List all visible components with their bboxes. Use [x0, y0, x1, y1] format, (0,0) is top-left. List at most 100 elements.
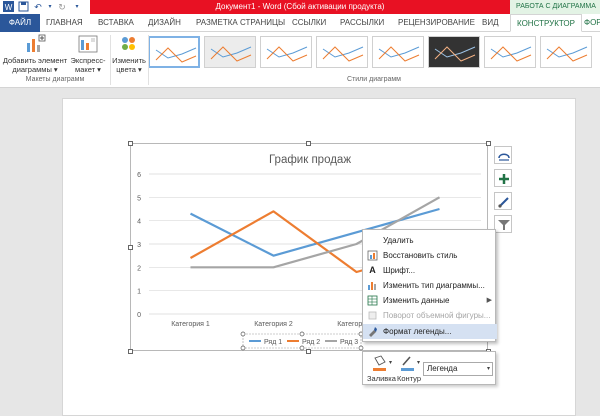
legend-handle	[299, 345, 305, 351]
chart-type-icon	[368, 282, 376, 290]
svg-text:W: W	[4, 3, 12, 12]
quick-access-toolbar: W ↶ ▾ ↻ ▾	[2, 1, 83, 13]
x-tick-label: Категория 2	[254, 321, 293, 328]
menu-item-change-chart-type[interactable]: Изменить тип диаграммы...	[363, 278, 497, 293]
x-tick-label: Категория 1	[171, 321, 210, 328]
change-colors-button[interactable]: Изменить цвета ▾	[110, 34, 148, 74]
add-chart-element-button[interactable]: Добавить элемент диаграммы ▾	[2, 34, 68, 74]
quick-layout-button[interactable]: Экспресс- макет ▾	[68, 34, 108, 74]
submenu-arrow-icon: ▶	[486, 297, 492, 304]
y-tick-label: 3	[137, 242, 141, 249]
layout-options-button[interactable]	[494, 146, 512, 164]
menu-item-3d-rotation: Поворот объемной фигуры...	[363, 308, 497, 323]
change-colors-label-1: Изменить	[112, 56, 146, 65]
add-chart-element-label-1: Добавить элемент	[2, 56, 68, 65]
menu-item-delete[interactable]: Удалить	[363, 233, 497, 248]
chart-styles-button[interactable]	[494, 192, 512, 210]
y-tick-label: 0	[137, 312, 141, 319]
layout-options-icon	[498, 153, 510, 161]
group-label-layouts: Макеты диаграмм	[25, 76, 85, 83]
group-label-styles: Стили диаграмм	[347, 76, 401, 83]
tab-review[interactable]: РЕЦЕНЗИРОВАНИЕ	[398, 14, 475, 32]
add-chart-element-icon	[27, 34, 46, 52]
tab-insert[interactable]: ВСТАВКА	[98, 14, 134, 32]
legend-label: Ряд 2	[302, 339, 320, 346]
chart-styles-gallery	[148, 34, 593, 72]
menu-item-label: Изменить тип диаграммы...	[383, 281, 485, 290]
legend-handle	[358, 345, 364, 351]
customize-qat-icon[interactable]: ▾	[71, 1, 83, 13]
brush-icon	[498, 197, 509, 208]
undo-icon[interactable]: ↶	[32, 1, 44, 13]
window-title: Документ1 - Word (Сбой активации продукт…	[90, 0, 510, 14]
chart-style-thumb-6[interactable]	[428, 36, 480, 68]
menu-item-reset-style[interactable]: Восстановить стиль	[363, 248, 497, 263]
change-colors-label-2: цвета ▾	[116, 65, 142, 74]
word-logo-icon: W	[2, 1, 14, 13]
chart-resize-handle[interactable]	[306, 349, 311, 354]
plus-icon	[499, 174, 509, 184]
legend-handle	[240, 345, 246, 351]
menu-item-font[interactable]: A Шрифт...	[363, 263, 497, 278]
quick-layout-label-2: макет ▾	[75, 65, 101, 74]
reset-style-icon	[367, 250, 378, 261]
save-icon[interactable]	[17, 1, 29, 13]
add-chart-element-label-2: диаграммы ▾	[12, 65, 58, 74]
fill-button[interactable]: ▾ Заливка	[367, 354, 396, 384]
tab-home[interactable]: ГЛАВНАЯ	[46, 14, 83, 32]
tab-view[interactable]: ВИД	[482, 14, 499, 32]
chart-filters-button[interactable]	[494, 215, 512, 233]
chart-elements-button[interactable]	[494, 169, 512, 187]
menu-item-label: Шрифт...	[383, 266, 416, 275]
y-tick-label: 4	[137, 219, 141, 226]
tab-chart-format[interactable]: ФОР	[584, 14, 600, 32]
chart-resize-handle[interactable]	[306, 141, 311, 146]
tab-mailings[interactable]: РАССЫЛКИ	[340, 14, 384, 32]
rotate-3d-icon	[368, 311, 377, 320]
fill-bucket-icon: ▾	[373, 355, 392, 371]
chart-style-thumb-8[interactable]	[540, 36, 592, 68]
y-tick-label: 6	[137, 172, 141, 179]
menu-item-label: Восстановить стиль	[383, 251, 458, 260]
svg-text:▾: ▾	[389, 360, 392, 366]
format-icon	[369, 327, 377, 337]
chart-style-thumb-1[interactable]	[148, 36, 200, 68]
chart-resize-handle[interactable]	[128, 349, 133, 354]
y-tick-label: 5	[137, 195, 141, 202]
outline-pen-icon: ▾	[401, 356, 420, 371]
chart-resize-handle[interactable]	[128, 141, 133, 146]
chart-resize-handle[interactable]	[486, 141, 491, 146]
chart-resize-handle[interactable]	[128, 245, 133, 250]
quick-layout-label-1: Экспресс-	[70, 56, 106, 65]
tab-chart-design[interactable]: КОНСТРУКТОР	[510, 14, 582, 32]
chart-style-thumb-7[interactable]	[484, 36, 536, 68]
menu-item-edit-data[interactable]: Изменить данные ▶	[363, 293, 497, 308]
y-tick-label: 1	[137, 289, 141, 296]
palette-icon	[122, 37, 135, 50]
chart-style-thumb-4[interactable]	[316, 36, 368, 68]
tab-file[interactable]: ФАЙЛ	[0, 14, 40, 32]
legend-label: Ряд 3	[340, 339, 358, 346]
chart-style-thumb-5[interactable]	[372, 36, 424, 68]
quick-layout-icon	[78, 35, 98, 53]
undo-dropdown-icon[interactable]: ▾	[47, 1, 53, 13]
chevron-down-icon: ▾	[486, 366, 490, 372]
outline-button[interactable]: ▾ Контур	[395, 354, 423, 384]
chart-style-thumb-3[interactable]	[260, 36, 312, 68]
title-bar: W ↶ ▾ ↻ ▾ Документ1 - Word (Сбой активац…	[0, 0, 600, 14]
tab-references[interactable]: ССЫЛКИ	[292, 14, 326, 32]
chart-style-thumb-2[interactable]	[204, 36, 256, 68]
menu-item-format-legend[interactable]: Формат легенды...	[363, 324, 497, 339]
redo-icon[interactable]: ↻	[56, 1, 68, 13]
filter-icon	[498, 220, 510, 230]
y-tick-label: 2	[137, 265, 141, 272]
mini-toolbar: ▾ Заливка ▾ Контур Легенда ▾	[362, 351, 496, 385]
fill-label: Заливка	[367, 374, 396, 383]
chart-element-select[interactable]: Легенда ▾	[423, 362, 493, 376]
chart-element-select-value: Легенда	[427, 364, 458, 373]
ribbon: Добавить элемент диаграммы ▾ Экспресс- м…	[0, 32, 600, 88]
context-tab-group: РАБОТА С ДИАГРАММА	[510, 0, 600, 14]
tab-page-layout[interactable]: РАЗМЕТКА СТРАНИЦЫ	[196, 14, 285, 32]
tab-design[interactable]: ДИЗАЙН	[148, 14, 181, 32]
svg-text:▾: ▾	[417, 360, 420, 366]
